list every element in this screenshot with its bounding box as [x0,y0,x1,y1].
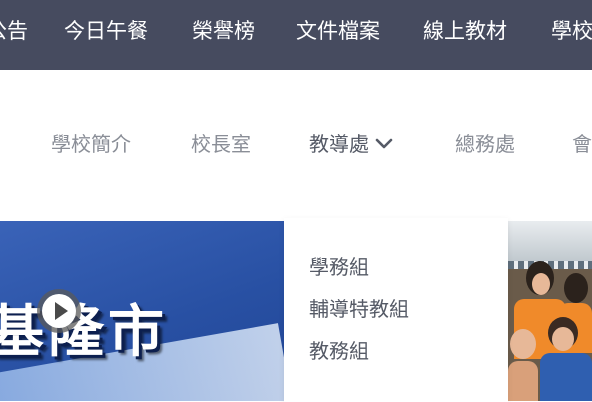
child-face [532,273,550,295]
top-nav-item-lunch[interactable]: 今日午餐 [64,0,148,70]
nav-item-academic-affairs[interactable]: 教導處 [309,126,393,162]
child-head [564,273,588,303]
dropdown-item-counseling-special-ed[interactable]: 輔導特教組 [309,293,409,325]
top-nav-item-documents[interactable]: 文件檔案 [296,0,380,70]
tent-canopy [508,221,592,269]
dropdown-item-academic-section[interactable]: 教務組 [309,335,369,367]
child-face [552,327,574,351]
top-nav-item-honors[interactable]: 榮譽榜 [192,0,255,70]
top-navigation-bar: 公告 今日午餐 榮譽榜 文件檔案 線上教材 學校 [0,0,592,70]
top-nav-item-announcements[interactable]: 公告 [0,0,28,70]
child-shirt-blue [540,353,592,401]
academic-affairs-dropdown-menu: 學務組 輔導特教組 教務組 [284,218,508,402]
hero-title: 基隆市 [0,299,168,365]
hero-photo-children [508,221,592,401]
top-nav-item-school[interactable]: 學校 [551,0,592,70]
dropdown-item-student-affairs[interactable]: 學務組 [309,251,369,283]
nav-item-school-intro[interactable]: 學校簡介 [51,126,131,162]
child-arm [508,361,538,401]
top-nav-item-online-materials[interactable]: 線上教材 [423,0,507,70]
child-face [510,329,536,359]
nav-item-accounting[interactable]: 會 [572,126,592,162]
chevron-down-icon [375,138,393,148]
play-button[interactable] [37,289,81,333]
nav-item-academic-affairs-label: 教導處 [309,132,369,156]
play-icon [42,294,76,328]
nav-item-general-affairs[interactable]: 總務處 [455,126,515,162]
nav-item-principal-office[interactable]: 校長室 [191,126,251,162]
